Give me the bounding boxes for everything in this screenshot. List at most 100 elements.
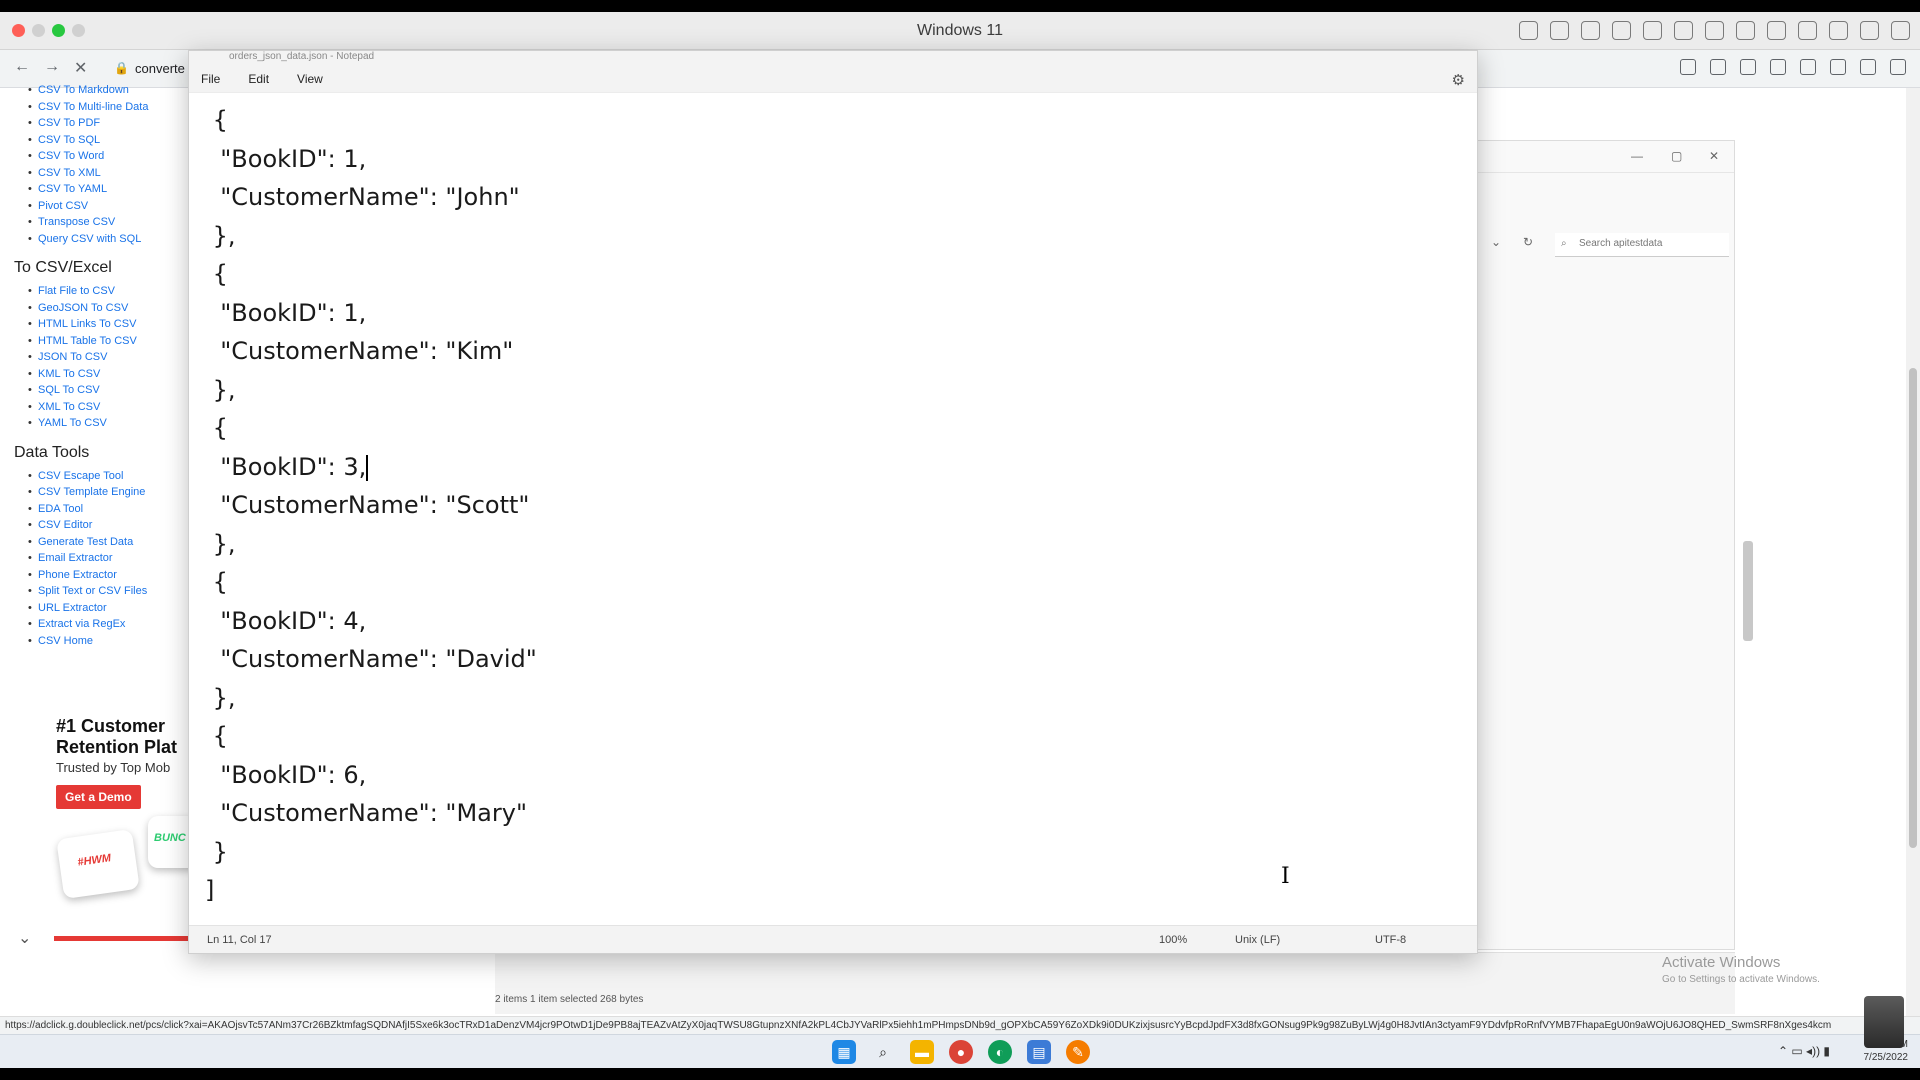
get-demo-button[interactable]: Get a Demo [56, 785, 141, 809]
back-arrow-icon[interactable] [1860, 21, 1879, 40]
sidebar-link[interactable]: HTML Table To CSV [28, 333, 190, 350]
sidebar-link[interactable]: CSV Home [28, 633, 190, 650]
bluetooth-icon[interactable] [1705, 21, 1724, 40]
keyboard-icon[interactable] [1519, 21, 1538, 40]
notepad-icon[interactable]: ▤ [1027, 1040, 1051, 1064]
printer-icon[interactable] [1736, 21, 1755, 40]
scroll-thumb[interactable] [1909, 368, 1917, 848]
notepad-title: orders_json_data.json - Notepad [189, 51, 1477, 65]
cursor-position: Ln 11, Col 17 [207, 934, 272, 946]
text-editor[interactable]: { "BookID": 1, "CustomerName": "John" },… [189, 101, 1479, 911]
sidebar-link[interactable]: CSV To Word [28, 148, 190, 165]
chevron-down-icon[interactable]: ⌄ [1491, 235, 1501, 249]
screen: Windows 11 ← → ✕ 🔒 converte • CSV To Mar… [0, 12, 1920, 1068]
windows-start-icon[interactable]: ▦ [832, 1040, 856, 1064]
sidebar-link[interactable]: GeoJSON To CSV [28, 300, 190, 317]
ad-banner[interactable]: #1 Customer Retention Plat Trusted by To… [56, 716, 196, 809]
sidebar-link[interactable]: CSV Template Engine [28, 484, 190, 501]
vm-toolbar [1519, 21, 1910, 40]
speaker-icon[interactable] [1674, 21, 1693, 40]
sidebar-link[interactable]: CSV Escape Tool [28, 468, 190, 485]
sidebar-link[interactable]: CSV To XML [28, 165, 190, 182]
sidebar-link[interactable]: JSON To CSV [28, 349, 190, 366]
chevron-down-icon[interactable]: ⌄ [18, 928, 31, 948]
stop-icon[interactable]: ✕ [74, 58, 87, 78]
search-icon[interactable]: ⌕ [871, 1040, 895, 1064]
code-line: "CustomerName": "Mary" [205, 799, 527, 827]
code-line: "BookID": 1, [205, 144, 367, 173]
sidebar-link[interactable]: CSV To SQL [28, 132, 190, 149]
display-icon[interactable] [1829, 21, 1848, 40]
browser-scrollbar[interactable] [1906, 88, 1920, 1028]
share-icon[interactable] [1680, 59, 1696, 75]
app-icon[interactable]: ✎ [1066, 1040, 1090, 1064]
cpu-icon[interactable] [1550, 21, 1569, 40]
refresh-icon[interactable]: ↻ [1523, 235, 1533, 249]
sidebar-link[interactable]: SQL To CSV [28, 382, 190, 399]
sidebar-link[interactable]: CSV To PDF [28, 115, 190, 132]
gear-icon[interactable]: ⚙ [1452, 71, 1465, 89]
close-icon[interactable]: ✕ [1709, 149, 1719, 163]
text-caret [366, 454, 368, 481]
code-line: { [205, 722, 228, 750]
sidebar-link[interactable]: Pivot CSV [28, 198, 190, 215]
zoom-level: 100% [1159, 934, 1188, 946]
sidebar-link[interactable]: CSV To Multi-line Data [28, 99, 190, 116]
settings-icon[interactable] [1891, 21, 1910, 40]
ad-progress-bar [54, 936, 190, 941]
sidebar-link[interactable]: Split Text or CSV Files [28, 583, 190, 600]
explorer-scrollbar[interactable] [1743, 541, 1753, 641]
maximize-icon[interactable]: ▢ [1671, 149, 1682, 163]
chrome-icon[interactable]: ● [949, 1040, 973, 1064]
sidebar-link[interactable]: XML To CSV [28, 399, 190, 416]
code-line: }, [205, 683, 236, 712]
sidebar-link[interactable]: URL Extractor [28, 600, 190, 617]
code-line: { [205, 414, 228, 442]
sidebar-link[interactable]: CSV Editor [28, 517, 190, 534]
webcam-overlay [1864, 996, 1904, 1048]
code-line: "BookID": 4, [205, 606, 367, 635]
system-tray-icons[interactable]: ⌃ ▭ ◂)) ▮ [1778, 1044, 1830, 1058]
video-icon[interactable] [1767, 21, 1786, 40]
menu-edit[interactable]: Edit [248, 72, 269, 86]
puzzle-icon[interactable] [1800, 59, 1816, 75]
ad-image: #HWM BUNC [56, 816, 208, 910]
file-explorer-icon[interactable]: ▬ [910, 1040, 934, 1064]
sidebar-link[interactable]: Transpose CSV [28, 214, 190, 231]
sidebar-link[interactable]: HTML Links To CSV [28, 316, 190, 333]
sidebar-link[interactable]: KML To CSV [28, 366, 190, 383]
explorer-bottom [495, 952, 1735, 1014]
sidebar-link[interactable]: Email Extractor [28, 550, 190, 567]
menu-icon[interactable] [1890, 59, 1906, 75]
globe-icon[interactable] [1643, 21, 1662, 40]
minimize-icon[interactable]: — [1631, 149, 1643, 163]
sidebar-link[interactable]: CSV To Markdown [28, 82, 190, 99]
ad-title: #1 Customer Retention Plat [56, 716, 178, 757]
taskbar-icons: ▦ ⌕ ▬ ● ◐ ▤ ✎ [832, 1040, 1090, 1064]
profile-icon[interactable] [1860, 59, 1876, 75]
menu-file[interactable]: File [201, 72, 220, 86]
code-line: }, [205, 221, 236, 250]
usb-icon[interactable] [1581, 21, 1600, 40]
sidebar-link[interactable]: CSV To YAML [28, 181, 190, 198]
back-icon[interactable]: ← [14, 58, 30, 76]
sidebar-link[interactable]: YAML To CSV [28, 415, 190, 432]
camera-icon[interactable] [1612, 21, 1631, 40]
folder-icon[interactable] [1798, 21, 1817, 40]
sidebar-link[interactable]: Generate Test Data [28, 534, 190, 551]
menu-view[interactable]: View [297, 72, 323, 86]
sidepanel-icon[interactable] [1830, 59, 1846, 75]
sidebar-link[interactable]: EDA Tool [28, 501, 190, 518]
edge-icon[interactable]: ◐ [988, 1040, 1012, 1064]
star-icon[interactable] [1710, 59, 1726, 75]
extension-icon-2[interactable] [1770, 59, 1786, 75]
sidebar-link[interactable]: Extract via RegEx [28, 616, 190, 633]
extension-icon[interactable] [1740, 59, 1756, 75]
sidebar-link[interactable]: Flat File to CSV [28, 283, 190, 300]
sidebar-link[interactable]: Query CSV with SQL [28, 231, 190, 248]
sidebar-link[interactable]: Phone Extractor [28, 567, 190, 584]
forward-icon[interactable]: → [44, 58, 60, 76]
code-line: { [205, 260, 228, 288]
search-input[interactable]: Search apitestdata [1555, 233, 1729, 257]
url-bar[interactable]: converte [135, 61, 185, 76]
